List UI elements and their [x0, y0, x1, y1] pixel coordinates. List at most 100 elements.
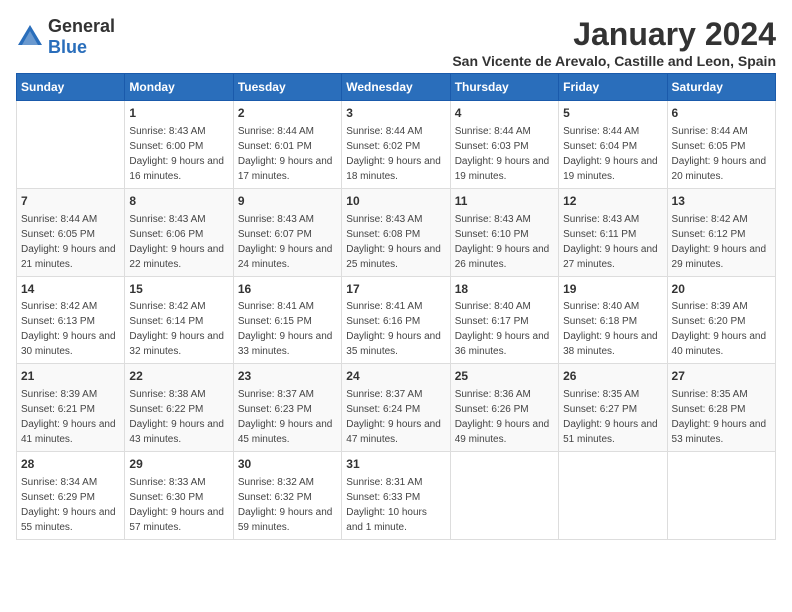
- logo-blue: Blue: [48, 37, 87, 57]
- calendar-cell: 28 Sunrise: 8:34 AMSunset: 6:29 PMDayligh…: [17, 452, 125, 540]
- calendar-cell: 29Sunrise: 8:33 AMSunset: 6:30 PMDayligh…: [125, 452, 233, 540]
- calendar-cell: 17Sunrise: 8:41 AMSunset: 6:16 PMDayligh…: [342, 276, 450, 364]
- calendar-cell: 5 Sunrise: 8:44 AMSunset: 6:04 PMDaylight…: [559, 101, 667, 189]
- day-info: Sunrise: 8:43 AMSunset: 6:11 PMDaylight:…: [563, 212, 662, 272]
- logo-icon: [16, 23, 44, 51]
- calendar-cell: 3 Sunrise: 8:44 AMSunset: 6:02 PMDaylight…: [342, 101, 450, 189]
- day-number: 30: [238, 456, 337, 473]
- day-number: 5: [563, 105, 662, 122]
- day-number: 17: [346, 281, 445, 298]
- day-number: 21: [21, 368, 120, 385]
- day-number: 8: [129, 193, 228, 210]
- calendar-week-2: 7Sunrise: 8:44 AMSunset: 6:05 PMDaylight…: [17, 188, 776, 276]
- calendar-cell: 7Sunrise: 8:44 AMSunset: 6:05 PMDaylight…: [17, 188, 125, 276]
- day-number: 28: [21, 456, 120, 473]
- calendar-cell: 20Sunrise: 8:39 AMSunset: 6:20 PMDayligh…: [667, 276, 775, 364]
- calendar-week-4: 21 Sunrise: 8:39 AMSunset: 6:21 PMDayligh…: [17, 364, 776, 452]
- calendar-cell: 10 Sunrise: 8:43 AMSunset: 6:08 PMDayligh…: [342, 188, 450, 276]
- day-info: Sunrise: 8:37 AMSunset: 6:24 PMDaylight:…: [346, 387, 445, 447]
- day-number: 16: [238, 281, 337, 298]
- day-info: Sunrise: 8:38 AMSunset: 6:22 PMDaylight:…: [129, 387, 228, 447]
- calendar-cell: 15Sunrise: 8:42 AMSunset: 6:14 PMDayligh…: [125, 276, 233, 364]
- day-number: 3: [346, 105, 445, 122]
- calendar-cell: 23Sunrise: 8:37 AMSunset: 6:23 PMDayligh…: [233, 364, 341, 452]
- day-info: Sunrise: 8:37 AMSunset: 6:23 PMDaylight:…: [238, 387, 337, 447]
- calendar-cell: 13 Sunrise: 8:42 AMSunset: 6:12 PMDayligh…: [667, 188, 775, 276]
- day-number: 29: [129, 456, 228, 473]
- day-info: Sunrise: 8:39 AMSunset: 6:21 PMDaylight:…: [21, 387, 120, 447]
- calendar-cell: 19Sunrise: 8:40 AMSunset: 6:18 PMDayligh…: [559, 276, 667, 364]
- calendar-cell: 16Sunrise: 8:41 AMSunset: 6:15 PMDayligh…: [233, 276, 341, 364]
- calendar-cell: 1 Sunrise: 8:43 AMSunset: 6:00 PMDaylight…: [125, 101, 233, 189]
- col-header-monday: Monday: [125, 74, 233, 101]
- calendar-week-5: 28 Sunrise: 8:34 AMSunset: 6:29 PMDayligh…: [17, 452, 776, 540]
- day-number: 31: [346, 456, 445, 473]
- day-info: Sunrise: 8:44 AMSunset: 6:01 PMDaylight:…: [238, 124, 337, 184]
- day-info: Sunrise: 8:35 AMSunset: 6:27 PMDaylight:…: [563, 387, 662, 447]
- calendar-cell: 22Sunrise: 8:38 AMSunset: 6:22 PMDayligh…: [125, 364, 233, 452]
- day-number: 7: [21, 193, 120, 210]
- calendar-table: SundayMondayTuesdayWednesdayThursdayFrid…: [16, 73, 776, 540]
- day-number: 20: [672, 281, 771, 298]
- day-info: Sunrise: 8:32 AMSunset: 6:32 PMDaylight:…: [238, 475, 337, 535]
- day-info: Sunrise: 8:31 AMSunset: 6:33 PMDaylight:…: [346, 475, 445, 535]
- day-info: Sunrise: 8:41 AMSunset: 6:15 PMDaylight:…: [238, 299, 337, 359]
- calendar-cell: 12 Sunrise: 8:43 AMSunset: 6:11 PMDayligh…: [559, 188, 667, 276]
- day-number: 9: [238, 193, 337, 210]
- day-number: 12: [563, 193, 662, 210]
- day-info: Sunrise: 8:43 AMSunset: 6:08 PMDaylight:…: [346, 212, 445, 272]
- calendar-week-1: 1 Sunrise: 8:43 AMSunset: 6:00 PMDaylight…: [17, 101, 776, 189]
- calendar-cell: 27Sunrise: 8:35 AMSunset: 6:28 PMDayligh…: [667, 364, 775, 452]
- col-header-thursday: Thursday: [450, 74, 558, 101]
- day-info: Sunrise: 8:36 AMSunset: 6:26 PMDaylight:…: [455, 387, 554, 447]
- calendar-cell: 18Sunrise: 8:40 AMSunset: 6:17 PMDayligh…: [450, 276, 558, 364]
- day-info: Sunrise: 8:44 AMSunset: 6:02 PMDaylight:…: [346, 124, 445, 184]
- col-header-sunday: Sunday: [17, 74, 125, 101]
- calendar-cell: 11 Sunrise: 8:43 AMSunset: 6:10 PMDayligh…: [450, 188, 558, 276]
- day-info: Sunrise: 8:35 AMSunset: 6:28 PMDaylight:…: [672, 387, 771, 447]
- calendar-cell: 24Sunrise: 8:37 AMSunset: 6:24 PMDayligh…: [342, 364, 450, 452]
- day-number: 2: [238, 105, 337, 122]
- calendar-cell: [559, 452, 667, 540]
- day-number: 11: [455, 193, 554, 210]
- calendar-cell: [450, 452, 558, 540]
- day-info: Sunrise: 8:43 AMSunset: 6:00 PMDaylight:…: [129, 124, 228, 184]
- day-number: 4: [455, 105, 554, 122]
- day-info: Sunrise: 8:42 AMSunset: 6:14 PMDaylight:…: [129, 299, 228, 359]
- col-header-wednesday: Wednesday: [342, 74, 450, 101]
- day-number: 26: [563, 368, 662, 385]
- day-number: 18: [455, 281, 554, 298]
- day-info: Sunrise: 8:41 AMSunset: 6:16 PMDaylight:…: [346, 299, 445, 359]
- day-number: 13: [672, 193, 771, 210]
- day-number: 1: [129, 105, 228, 122]
- calendar-cell: 2 Sunrise: 8:44 AMSunset: 6:01 PMDaylight…: [233, 101, 341, 189]
- day-info: Sunrise: 8:42 AMSunset: 6:12 PMDaylight:…: [672, 212, 771, 272]
- calendar-week-3: 14Sunrise: 8:42 AMSunset: 6:13 PMDayligh…: [17, 276, 776, 364]
- calendar-cell: [667, 452, 775, 540]
- day-info: Sunrise: 8:44 AMSunset: 6:04 PMDaylight:…: [563, 124, 662, 184]
- day-info: Sunrise: 8:43 AMSunset: 6:10 PMDaylight:…: [455, 212, 554, 272]
- month-title: January 2024: [452, 16, 776, 53]
- day-info: Sunrise: 8:40 AMSunset: 6:18 PMDaylight:…: [563, 299, 662, 359]
- day-info: Sunrise: 8:39 AMSunset: 6:20 PMDaylight:…: [672, 299, 771, 359]
- calendar-cell: 6Sunrise: 8:44 AMSunset: 6:05 PMDaylight…: [667, 101, 775, 189]
- title-area: January 2024 San Vicente de Arevalo, Cas…: [452, 16, 776, 69]
- calendar-cell: 30 Sunrise: 8:32 AMSunset: 6:32 PMDayligh…: [233, 452, 341, 540]
- calendar-header-row: SundayMondayTuesdayWednesdayThursdayFrid…: [17, 74, 776, 101]
- day-info: Sunrise: 8:40 AMSunset: 6:17 PMDaylight:…: [455, 299, 554, 359]
- day-number: 10: [346, 193, 445, 210]
- day-number: 25: [455, 368, 554, 385]
- calendar-cell: 21 Sunrise: 8:39 AMSunset: 6:21 PMDayligh…: [17, 364, 125, 452]
- calendar-cell: 4 Sunrise: 8:44 AMSunset: 6:03 PMDaylight…: [450, 101, 558, 189]
- calendar-cell: 31 Sunrise: 8:31 AMSunset: 6:33 PMDayligh…: [342, 452, 450, 540]
- day-number: 15: [129, 281, 228, 298]
- day-info: Sunrise: 8:44 AMSunset: 6:03 PMDaylight:…: [455, 124, 554, 184]
- day-number: 19: [563, 281, 662, 298]
- calendar-cell: 14Sunrise: 8:42 AMSunset: 6:13 PMDayligh…: [17, 276, 125, 364]
- logo-general: General: [48, 16, 115, 36]
- day-info: Sunrise: 8:34 AMSunset: 6:29 PMDaylight:…: [21, 475, 120, 535]
- logo-text: General Blue: [48, 16, 115, 58]
- calendar-cell: 9Sunrise: 8:43 AMSunset: 6:07 PMDaylight…: [233, 188, 341, 276]
- calendar-cell: 26 Sunrise: 8:35 AMSunset: 6:27 PMDayligh…: [559, 364, 667, 452]
- calendar-cell: [17, 101, 125, 189]
